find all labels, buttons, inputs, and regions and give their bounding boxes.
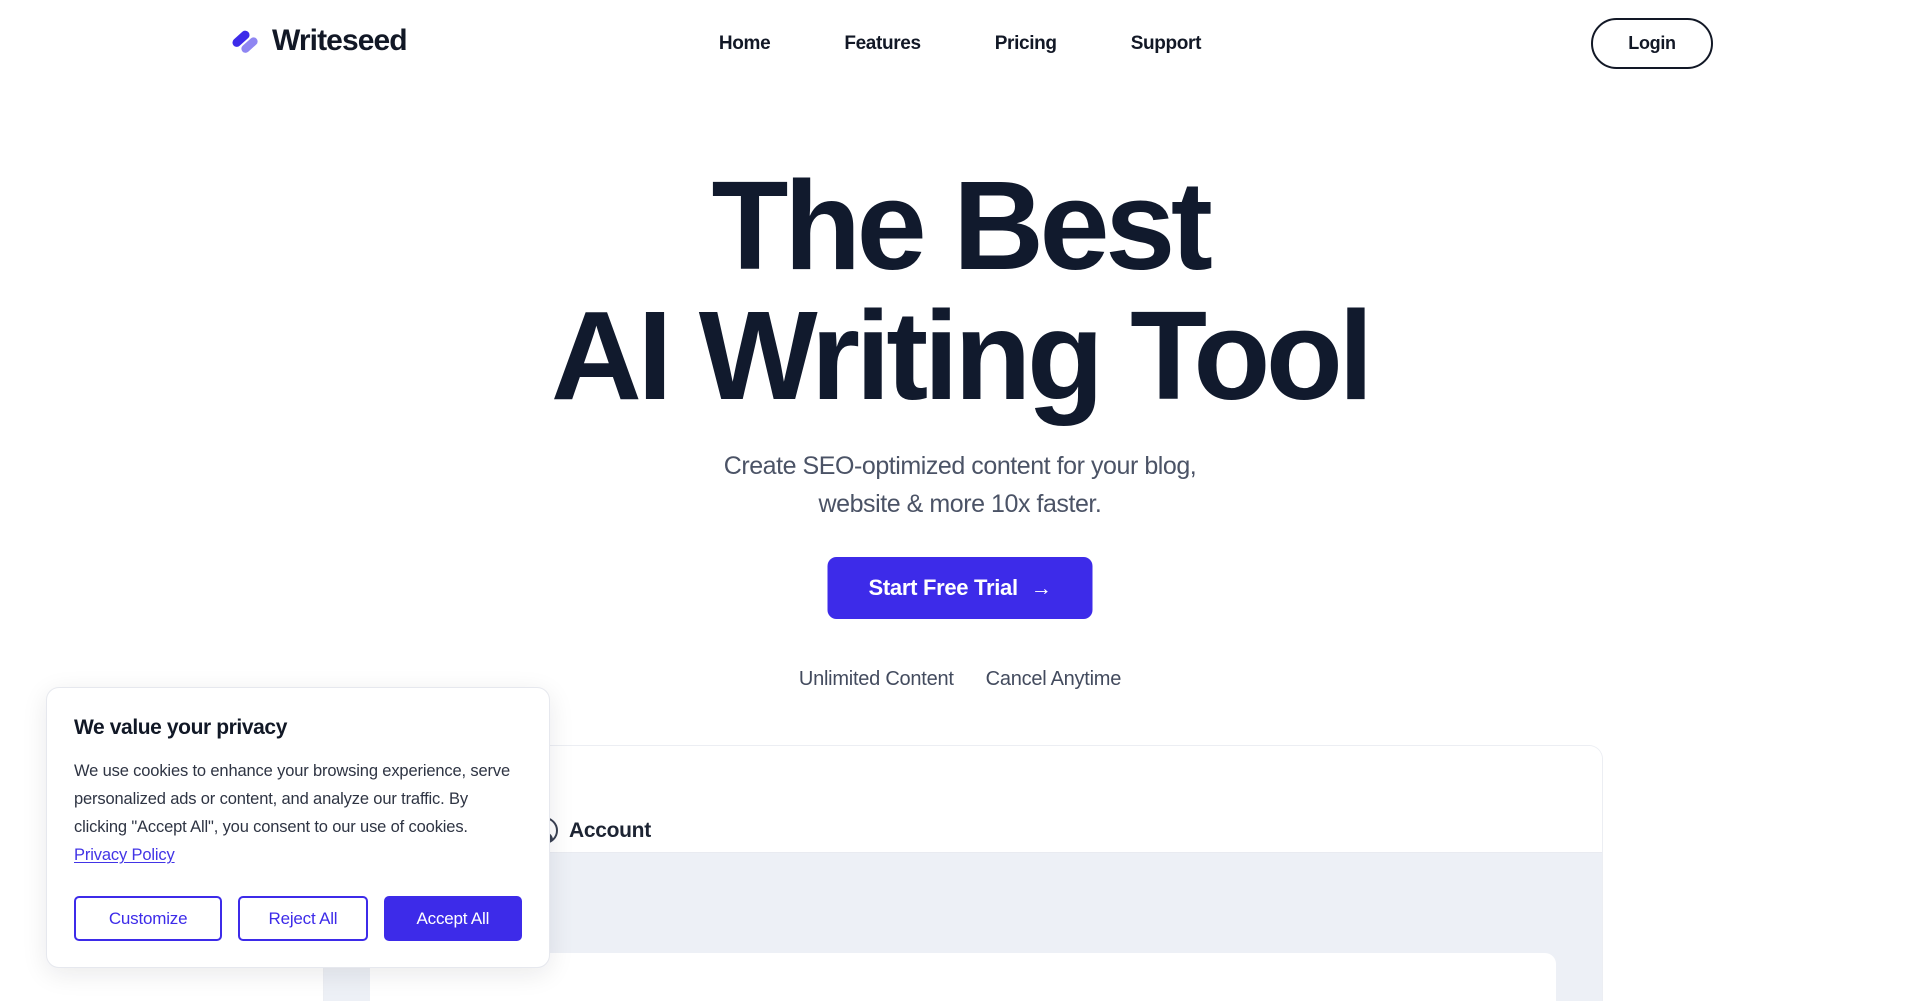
nav-item-features[interactable]: Features [844,33,921,55]
cookie-banner-actions: Customize Reject All Accept All [74,896,523,941]
site-header: Writeseed Home Features Pricing Support … [0,0,1920,95]
cookie-banner-title: We value your privacy [74,716,287,739]
cookie-banner-body-text: We use cookies to enhance your browsing … [74,762,510,836]
page-title: The Best AI Writing Tool [0,163,1920,419]
privacy-policy-link[interactable]: Privacy Policy [74,846,175,864]
nav-item-pricing[interactable]: Pricing [995,33,1057,55]
hero-subtitle: Create SEO-optimized content for your bl… [0,447,1920,523]
brand-name: Writeseed [272,24,408,57]
nav-item-home[interactable]: Home [719,33,771,55]
accept-all-cookies-button[interactable]: Accept All [383,896,523,941]
writeseed-slash-logo-icon [229,26,263,56]
start-free-trial-button[interactable]: Start Free Trial → [827,557,1093,619]
perk-unlimited-content: Unlimited Content [798,668,954,690]
cta-label: Start Free Trial [868,575,1019,600]
hero-subtitle-line-1: Create SEO-optimized content for your bl… [723,452,1197,480]
landing-page: Writeseed Home Features Pricing Support … [0,0,1920,1001]
account-nav-label: Account [569,818,651,842]
hero-title-line-2: AI Writing Tool [550,285,1374,426]
customize-cookies-button[interactable]: Customize [74,896,223,941]
nav-item-support[interactable]: Support [1131,33,1202,55]
hero-title-line-1: The Best [711,155,1213,296]
reject-all-cookies-button[interactable]: Reject All [238,896,368,941]
arrow-right-icon: → [1030,576,1052,600]
brand-logo[interactable]: Writeseed [229,24,408,57]
primary-nav: Home Features Pricing Support [719,33,1201,55]
perk-cancel-anytime: Cancel Anytime [985,668,1122,690]
hero-subtitle-line-2: website & more 10x faster. [818,490,1102,518]
login-button[interactable]: Login [1591,18,1713,69]
cookie-banner-body: We use cookies to enhance your browsing … [74,757,522,869]
cookie-consent-banner: We value your privacy We use cookies to … [46,687,550,968]
